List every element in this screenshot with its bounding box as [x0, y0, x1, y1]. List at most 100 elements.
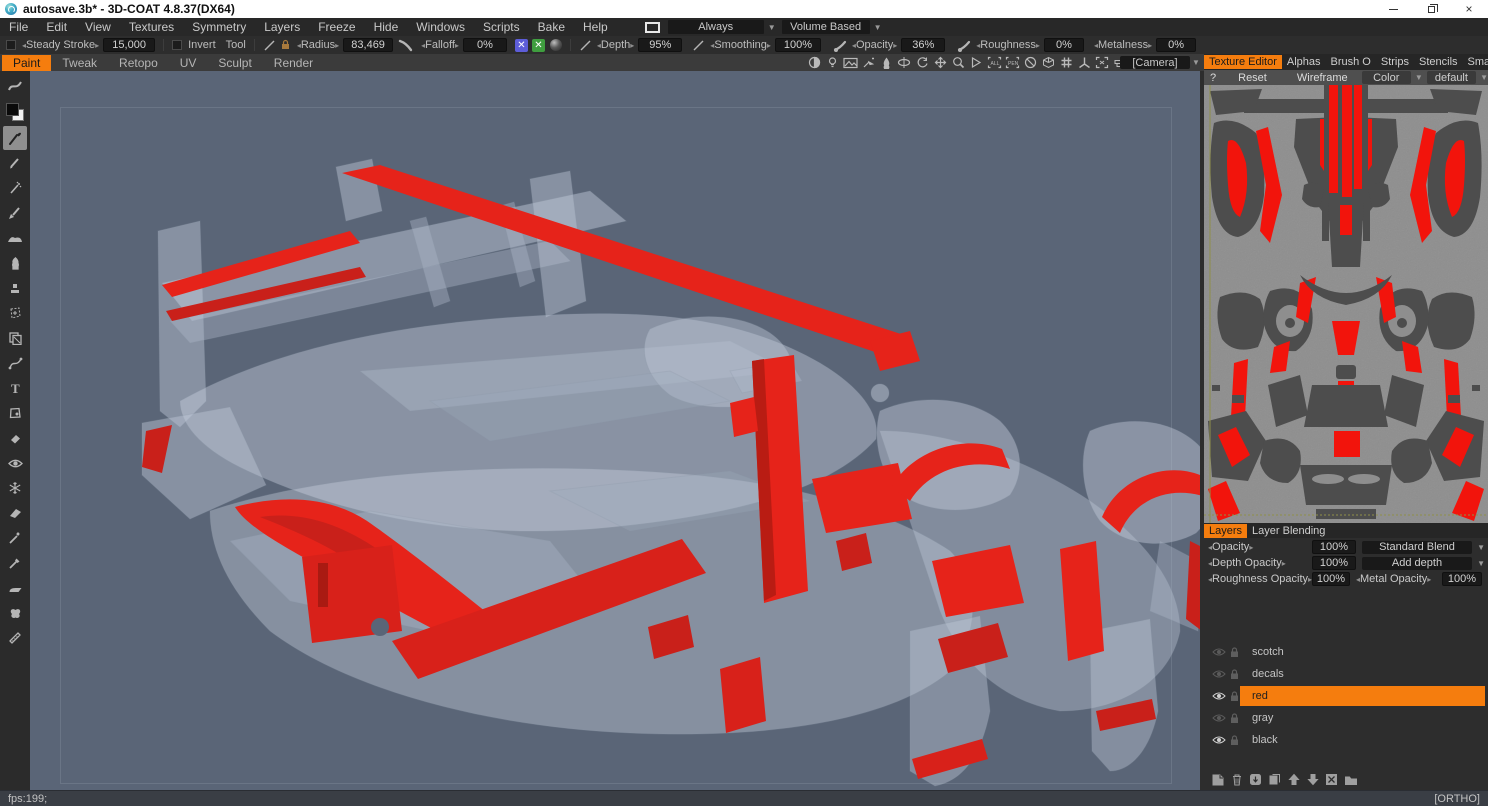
- brush-tool[interactable]: [3, 126, 27, 150]
- lock-icon[interactable]: [1229, 735, 1240, 746]
- layer-opacity-label[interactable]: ◂Opacity▸: [1208, 541, 1253, 553]
- image-plane-tool[interactable]: [3, 401, 27, 425]
- menu-edit[interactable]: Edit: [37, 20, 76, 34]
- depth-opacity-value[interactable]: 100%: [1312, 556, 1356, 570]
- chevron-down-icon[interactable]: ▼: [874, 23, 882, 32]
- axis-icon[interactable]: [1076, 55, 1092, 70]
- eraser-tool[interactable]: [3, 426, 27, 450]
- depth-label[interactable]: ◂Depth▸: [597, 39, 634, 51]
- chevron-down-icon[interactable]: ▼: [1480, 73, 1488, 82]
- roughness-opacity-value[interactable]: 100%: [1312, 572, 1350, 586]
- metal-opacity-label[interactable]: ◂Metal Opacity▸: [1356, 573, 1431, 585]
- metal-opacity-value[interactable]: 100%: [1442, 572, 1482, 586]
- tab-texture-editor[interactable]: Texture Editor: [1204, 55, 1282, 69]
- menu-freeze[interactable]: Freeze: [309, 20, 364, 34]
- new-layer-icon[interactable]: [1210, 772, 1225, 787]
- frame-pen-icon[interactable]: PEN: [1004, 55, 1020, 70]
- layer-row-gray[interactable]: gray: [1204, 707, 1488, 729]
- layer-name[interactable]: black: [1252, 734, 1278, 746]
- menu-view[interactable]: View: [76, 20, 120, 34]
- tab-brush-options[interactable]: Brush O: [1326, 55, 1376, 69]
- current-color-chip[interactable]: [645, 22, 660, 33]
- tool-menu[interactable]: Tool: [226, 39, 246, 51]
- blend-mode-dropdown[interactable]: Standard Blend: [1362, 541, 1472, 554]
- lock-icon[interactable]: [280, 39, 291, 51]
- volume-based-dropdown[interactable]: Volume Based: [782, 20, 870, 34]
- tab-render[interactable]: Render: [263, 55, 324, 71]
- channel-dropdown[interactable]: Color: [1362, 71, 1411, 84]
- tab-layers[interactable]: Layers: [1204, 524, 1247, 538]
- depth-value[interactable]: 95%: [638, 38, 682, 52]
- eye-icon[interactable]: [1212, 647, 1226, 657]
- layer-name[interactable]: decals: [1252, 668, 1284, 680]
- pan-move-icon[interactable]: [932, 55, 948, 70]
- pen-pressure-radius-icon[interactable]: [263, 39, 276, 52]
- 3d-viewport[interactable]: [30, 71, 1200, 790]
- frame-all-icon[interactable]: ALL: [986, 55, 1002, 70]
- clear-layer-icon[interactable]: [1324, 772, 1339, 787]
- steady-stroke-label[interactable]: ◂Steady Stroke▸: [22, 39, 99, 51]
- chevron-down-icon[interactable]: ▼: [1415, 73, 1423, 82]
- tab-uv[interactable]: UV: [169, 55, 208, 71]
- clear-blue-icon[interactable]: ✕: [515, 39, 528, 52]
- car-model-canvas[interactable]: [30, 71, 1200, 790]
- eye-icon[interactable]: [1212, 691, 1226, 701]
- clear-green-icon[interactable]: ✕: [532, 39, 545, 52]
- menu-windows[interactable]: Windows: [407, 20, 474, 34]
- delete-layer-icon[interactable]: [1229, 772, 1244, 787]
- tab-paint[interactable]: Paint: [2, 55, 51, 71]
- layer-name[interactable]: gray: [1252, 712, 1273, 724]
- smoothing-value[interactable]: 100%: [775, 38, 821, 52]
- zoom-icon[interactable]: [950, 55, 966, 70]
- opacity-label[interactable]: ◂Opacity▸: [852, 39, 897, 51]
- eye-icon[interactable]: [1212, 735, 1226, 745]
- lock-icon[interactable]: [1229, 713, 1240, 724]
- stamp-tool[interactable]: [3, 276, 27, 300]
- eye-icon[interactable]: [1212, 669, 1226, 679]
- brush-roughness-icon[interactable]: [957, 39, 971, 52]
- radius-value[interactable]: 83,469: [343, 38, 393, 52]
- spline-tool[interactable]: [3, 351, 27, 375]
- restore-button[interactable]: [1412, 0, 1450, 18]
- chevron-down-icon[interactable]: ▼: [1477, 559, 1485, 568]
- background-image-icon[interactable]: [842, 55, 858, 70]
- rotate-view-icon[interactable]: [914, 55, 930, 70]
- layer-row-decals[interactable]: decals: [1204, 663, 1488, 685]
- eye-tool[interactable]: [3, 451, 27, 475]
- steady-stroke-value[interactable]: 15,000: [103, 38, 155, 52]
- iron-tool[interactable]: [3, 576, 27, 600]
- pen-pressure-depth-icon[interactable]: [579, 39, 592, 52]
- brush-falloff-curve-icon[interactable]: [398, 39, 413, 52]
- menu-textures[interactable]: Textures: [120, 20, 183, 34]
- menu-hide[interactable]: Hide: [365, 20, 408, 34]
- falloff-value[interactable]: 0%: [463, 38, 507, 52]
- plane-tool[interactable]: [3, 501, 27, 525]
- duplicate-layer-icon[interactable]: [1267, 772, 1282, 787]
- smoothing-label[interactable]: ◂Smoothing▸: [710, 39, 771, 51]
- pick-color-tool[interactable]: [3, 551, 27, 575]
- layer-name[interactable]: scotch: [1252, 646, 1284, 658]
- uv-set-dropdown[interactable]: default: [1427, 71, 1476, 84]
- layer-row-red[interactable]: red: [1204, 685, 1488, 707]
- pen-pressure-smoothing-icon[interactable]: [692, 39, 705, 52]
- tab-smart-materials[interactable]: Smart M: [1463, 55, 1488, 69]
- move-layer-up-icon[interactable]: [1286, 772, 1301, 787]
- menu-scripts[interactable]: Scripts: [474, 20, 529, 34]
- tab-tweak[interactable]: Tweak: [51, 55, 108, 71]
- menu-bake[interactable]: Bake: [529, 20, 574, 34]
- import-layer-icon[interactable]: [1248, 772, 1263, 787]
- block-icon[interactable]: [1022, 55, 1038, 70]
- light-icon[interactable]: [824, 55, 840, 70]
- move-layer-down-icon[interactable]: [1305, 772, 1320, 787]
- lock-icon[interactable]: [1229, 669, 1240, 680]
- chevron-down-icon[interactable]: ▼: [1477, 543, 1485, 552]
- chevron-down-icon[interactable]: ▼: [768, 23, 776, 32]
- invert-checkbox[interactable]: [172, 40, 182, 50]
- grid-icon[interactable]: [1058, 55, 1074, 70]
- camera-selector[interactable]: [Camera]: [1120, 56, 1190, 69]
- freeze-tool[interactable]: [3, 476, 27, 500]
- roughness-opacity-label[interactable]: ◂Roughness Opacity▸: [1208, 573, 1312, 585]
- fit-screen-icon[interactable]: [1094, 55, 1110, 70]
- tab-strips[interactable]: Strips: [1376, 55, 1414, 69]
- roughness-value[interactable]: 0%: [1044, 38, 1084, 52]
